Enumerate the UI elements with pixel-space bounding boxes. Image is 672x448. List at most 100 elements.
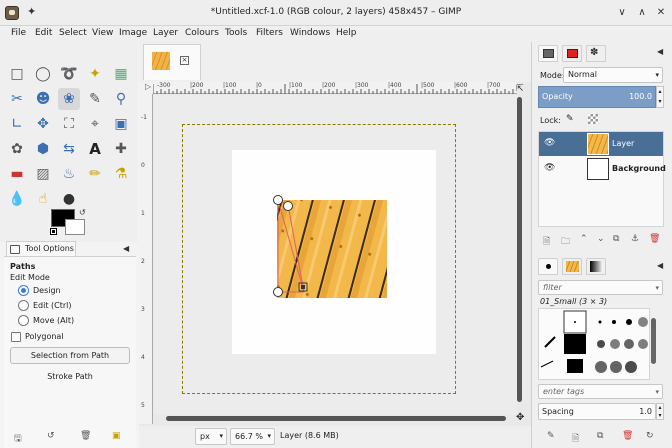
- color-picker-tool-button[interactable]: ✎: [84, 88, 106, 110]
- free-select-tool-button[interactable]: ➰: [58, 63, 80, 85]
- paths-tool-button[interactable]: ❀: [58, 88, 80, 110]
- lock-pixels-icon[interactable]: ✎: [566, 114, 574, 124]
- anchor-layer-icon[interactable]: ⚓: [631, 234, 639, 244]
- horizontal-scrollbar-thumb[interactable]: [166, 416, 506, 421]
- rect-select-tool-button[interactable]: □: [6, 63, 28, 85]
- zoom-to-fit-icon[interactable]: ⇱: [516, 84, 524, 94]
- delete-brush-icon[interactable]: 🗑: [622, 431, 633, 441]
- menu-tools[interactable]: Tools: [225, 28, 247, 38]
- brush-filter-input[interactable]: filter ▾: [538, 280, 663, 295]
- new-layer-icon[interactable]: 🗎: [543, 234, 550, 250]
- stroke-path-button[interactable]: Stroke Path: [10, 368, 130, 385]
- reset-options-icon[interactable]: ▣: [112, 431, 121, 441]
- new-group-icon[interactable]: 🗀: [561, 234, 570, 250]
- menu-image[interactable]: Image: [119, 28, 147, 38]
- tab-brushes[interactable]: [538, 258, 558, 275]
- unified-transform-tool-button[interactable]: ▣: [110, 113, 132, 135]
- tab-channels[interactable]: [562, 45, 582, 62]
- tab-tool-options[interactable]: Tool Options: [6, 241, 76, 256]
- minimize-icon[interactable]: ∨: [616, 7, 628, 19]
- refresh-brushes-icon[interactable]: ↻: [646, 431, 654, 441]
- layer-row[interactable]: 👁 Background: [539, 157, 666, 181]
- brush-tags-input[interactable]: enter tags ▾: [538, 384, 663, 399]
- move-tool-button[interactable]: ✥: [32, 113, 54, 135]
- layer-row[interactable]: 👁 Layer: [539, 132, 663, 156]
- select-by-color-tool-button[interactable]: ▦: [110, 63, 132, 85]
- menu-filters[interactable]: Filters: [256, 28, 283, 38]
- image-tab[interactable]: ×: [143, 44, 201, 80]
- tab-layers[interactable]: [538, 45, 558, 62]
- delete-layer-icon[interactable]: 🗑: [649, 234, 660, 244]
- menu-colours[interactable]: Colours: [185, 28, 219, 38]
- save-options-icon[interactable]: 🖫: [14, 431, 22, 447]
- panel-menu-icon[interactable]: ◀: [657, 261, 663, 270]
- smudge-tool-button[interactable]: ☝: [32, 188, 54, 210]
- unit-select[interactable]: px ▾: [195, 428, 227, 445]
- menu-windows[interactable]: Windows: [290, 28, 330, 38]
- default-colors-icon[interactable]: [50, 228, 57, 235]
- edit-brush-icon[interactable]: ✎: [547, 431, 555, 441]
- panel-menu-icon[interactable]: ◀: [123, 244, 129, 253]
- spacing-slider[interactable]: Spacing 1.0: [538, 403, 656, 420]
- radio-edit[interactable]: [18, 300, 29, 311]
- align-tool-button[interactable]: ⛶: [58, 113, 80, 135]
- tab-gradients[interactable]: [586, 258, 606, 275]
- scissors-tool-button[interactable]: ✂: [6, 88, 28, 110]
- visibility-eye-icon[interactable]: 👁: [544, 138, 555, 148]
- opacity-slider[interactable]: Opacity 100.0: [538, 86, 656, 108]
- restore-options-icon[interactable]: ↺: [47, 431, 55, 441]
- measure-tool-button[interactable]: ∟: [6, 113, 28, 135]
- swap-colors-icon[interactable]: ↺: [79, 208, 86, 217]
- lock-alpha-icon[interactable]: [588, 114, 598, 124]
- zoom-select[interactable]: 66.7 % ▾: [230, 428, 275, 445]
- mode-select[interactable]: Normal ▾: [563, 67, 663, 83]
- foreground-select-tool-button[interactable]: ☻: [32, 88, 54, 110]
- polygonal-checkbox[interactable]: [11, 332, 21, 342]
- crop-tool-button[interactable]: ⌖: [84, 113, 106, 135]
- tab-patterns[interactable]: [562, 258, 582, 275]
- eraser-tool-button[interactable]: ▬: [6, 163, 28, 185]
- fuzzy-select-tool-button[interactable]: ✦: [84, 63, 106, 85]
- horizontal-ruler[interactable]: -300 |200 |100 |0 |100 |200 |300 |400 |500 |600 |7…: [152, 82, 517, 94]
- navigate-icon[interactable]: ✥: [516, 412, 524, 423]
- dodge-burn-tool-button[interactable]: ●: [58, 188, 80, 210]
- menu-view[interactable]: View: [92, 28, 113, 38]
- zoom-tool-button[interactable]: ⚲: [110, 88, 132, 110]
- radio-design[interactable]: [18, 285, 29, 296]
- radio-move[interactable]: [18, 315, 29, 326]
- image-tab-close-icon[interactable]: ×: [180, 56, 189, 65]
- image-canvas[interactable]: [232, 150, 436, 354]
- warp-transform-tool-button[interactable]: ✿: [6, 138, 28, 160]
- selection-from-path-button[interactable]: Selection from Path: [10, 347, 130, 364]
- duplicate-layer-icon[interactable]: ⧉: [613, 234, 619, 244]
- quick-mask-icon[interactable]: ▷: [145, 82, 151, 91]
- spacing-spin-buttons[interactable]: ▴ ▾: [656, 403, 664, 420]
- clone-tool-button[interactable]: ⚗: [110, 163, 132, 185]
- tab-paths[interactable]: ✽: [586, 45, 606, 62]
- menu-layer[interactable]: Layer: [153, 28, 178, 38]
- background-color-swatch[interactable]: [65, 219, 85, 235]
- menu-edit[interactable]: Edit: [35, 28, 52, 38]
- menu-file[interactable]: File: [11, 28, 26, 38]
- menu-help[interactable]: Help: [336, 28, 357, 38]
- vertical-ruler[interactable]: -1 0 1 2 3 4 5: [139, 94, 153, 424]
- panel-menu-icon[interactable]: ◀: [657, 47, 663, 56]
- heal-tool-button[interactable]: ✚: [110, 138, 132, 160]
- brush-scrollbar-thumb[interactable]: [651, 318, 656, 364]
- delete-options-icon[interactable]: 🗑: [80, 431, 91, 441]
- close-icon[interactable]: ✕: [655, 7, 667, 19]
- vertical-scrollbar-thumb[interactable]: [517, 97, 522, 402]
- new-brush-icon[interactable]: 🗎: [572, 431, 579, 447]
- text-tool-button[interactable]: A: [84, 138, 106, 160]
- cage-transform-tool-button[interactable]: ⬢: [32, 138, 54, 160]
- ellipse-select-tool-button[interactable]: ◯: [32, 63, 54, 85]
- duplicate-brush-icon[interactable]: ⧉: [597, 431, 603, 441]
- blur-tool-button[interactable]: 💧: [6, 188, 28, 210]
- opacity-spin-buttons[interactable]: ▴ ▾: [656, 86, 664, 108]
- brush-grid[interactable]: [538, 308, 650, 380]
- maximize-icon[interactable]: ∧: [636, 7, 648, 19]
- pencil-tool-button[interactable]: ✏: [84, 163, 106, 185]
- blend-tool-button[interactable]: ▨: [32, 163, 54, 185]
- lower-layer-icon[interactable]: ⌄: [597, 234, 605, 244]
- visibility-eye-icon[interactable]: 👁: [544, 163, 555, 173]
